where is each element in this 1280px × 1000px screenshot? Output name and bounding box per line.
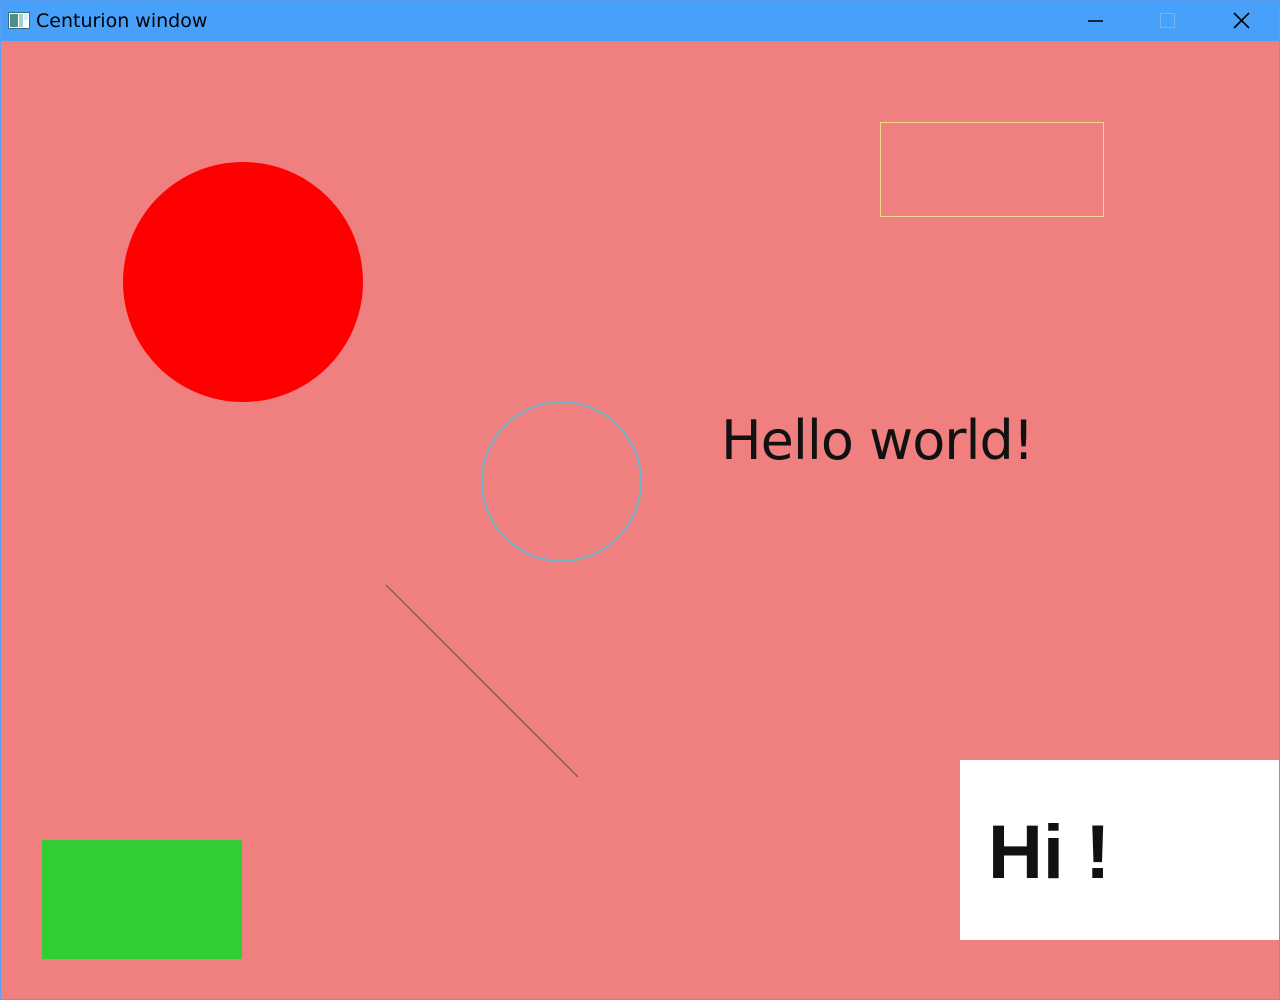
hi-text: Hi ! [988, 810, 1111, 895]
drawing-canvas: Hello world! Hi ! [1, 41, 1279, 999]
window-app-icon [8, 12, 30, 29]
title-bar[interactable]: Centurion window [1, 1, 1279, 41]
hello-world-text: Hello world! [721, 409, 1034, 472]
maximize-button[interactable] [1131, 1, 1203, 41]
outlined-rectangle [880, 122, 1104, 217]
filled-red-circle [123, 162, 363, 402]
outlined-circle [481, 401, 642, 562]
maximize-icon [1160, 13, 1175, 28]
minimize-icon [1088, 20, 1103, 22]
minimize-button[interactable] [1059, 1, 1131, 41]
diagonal-line [385, 584, 579, 778]
filled-green-rectangle [42, 840, 242, 959]
window-title: Centurion window [36, 10, 208, 32]
close-icon [1233, 12, 1250, 29]
text-box: Hi ! [960, 760, 1279, 940]
close-button[interactable] [1205, 1, 1277, 41]
centurion-window: Centurion window Hello world! Hi ! [0, 0, 1280, 1000]
